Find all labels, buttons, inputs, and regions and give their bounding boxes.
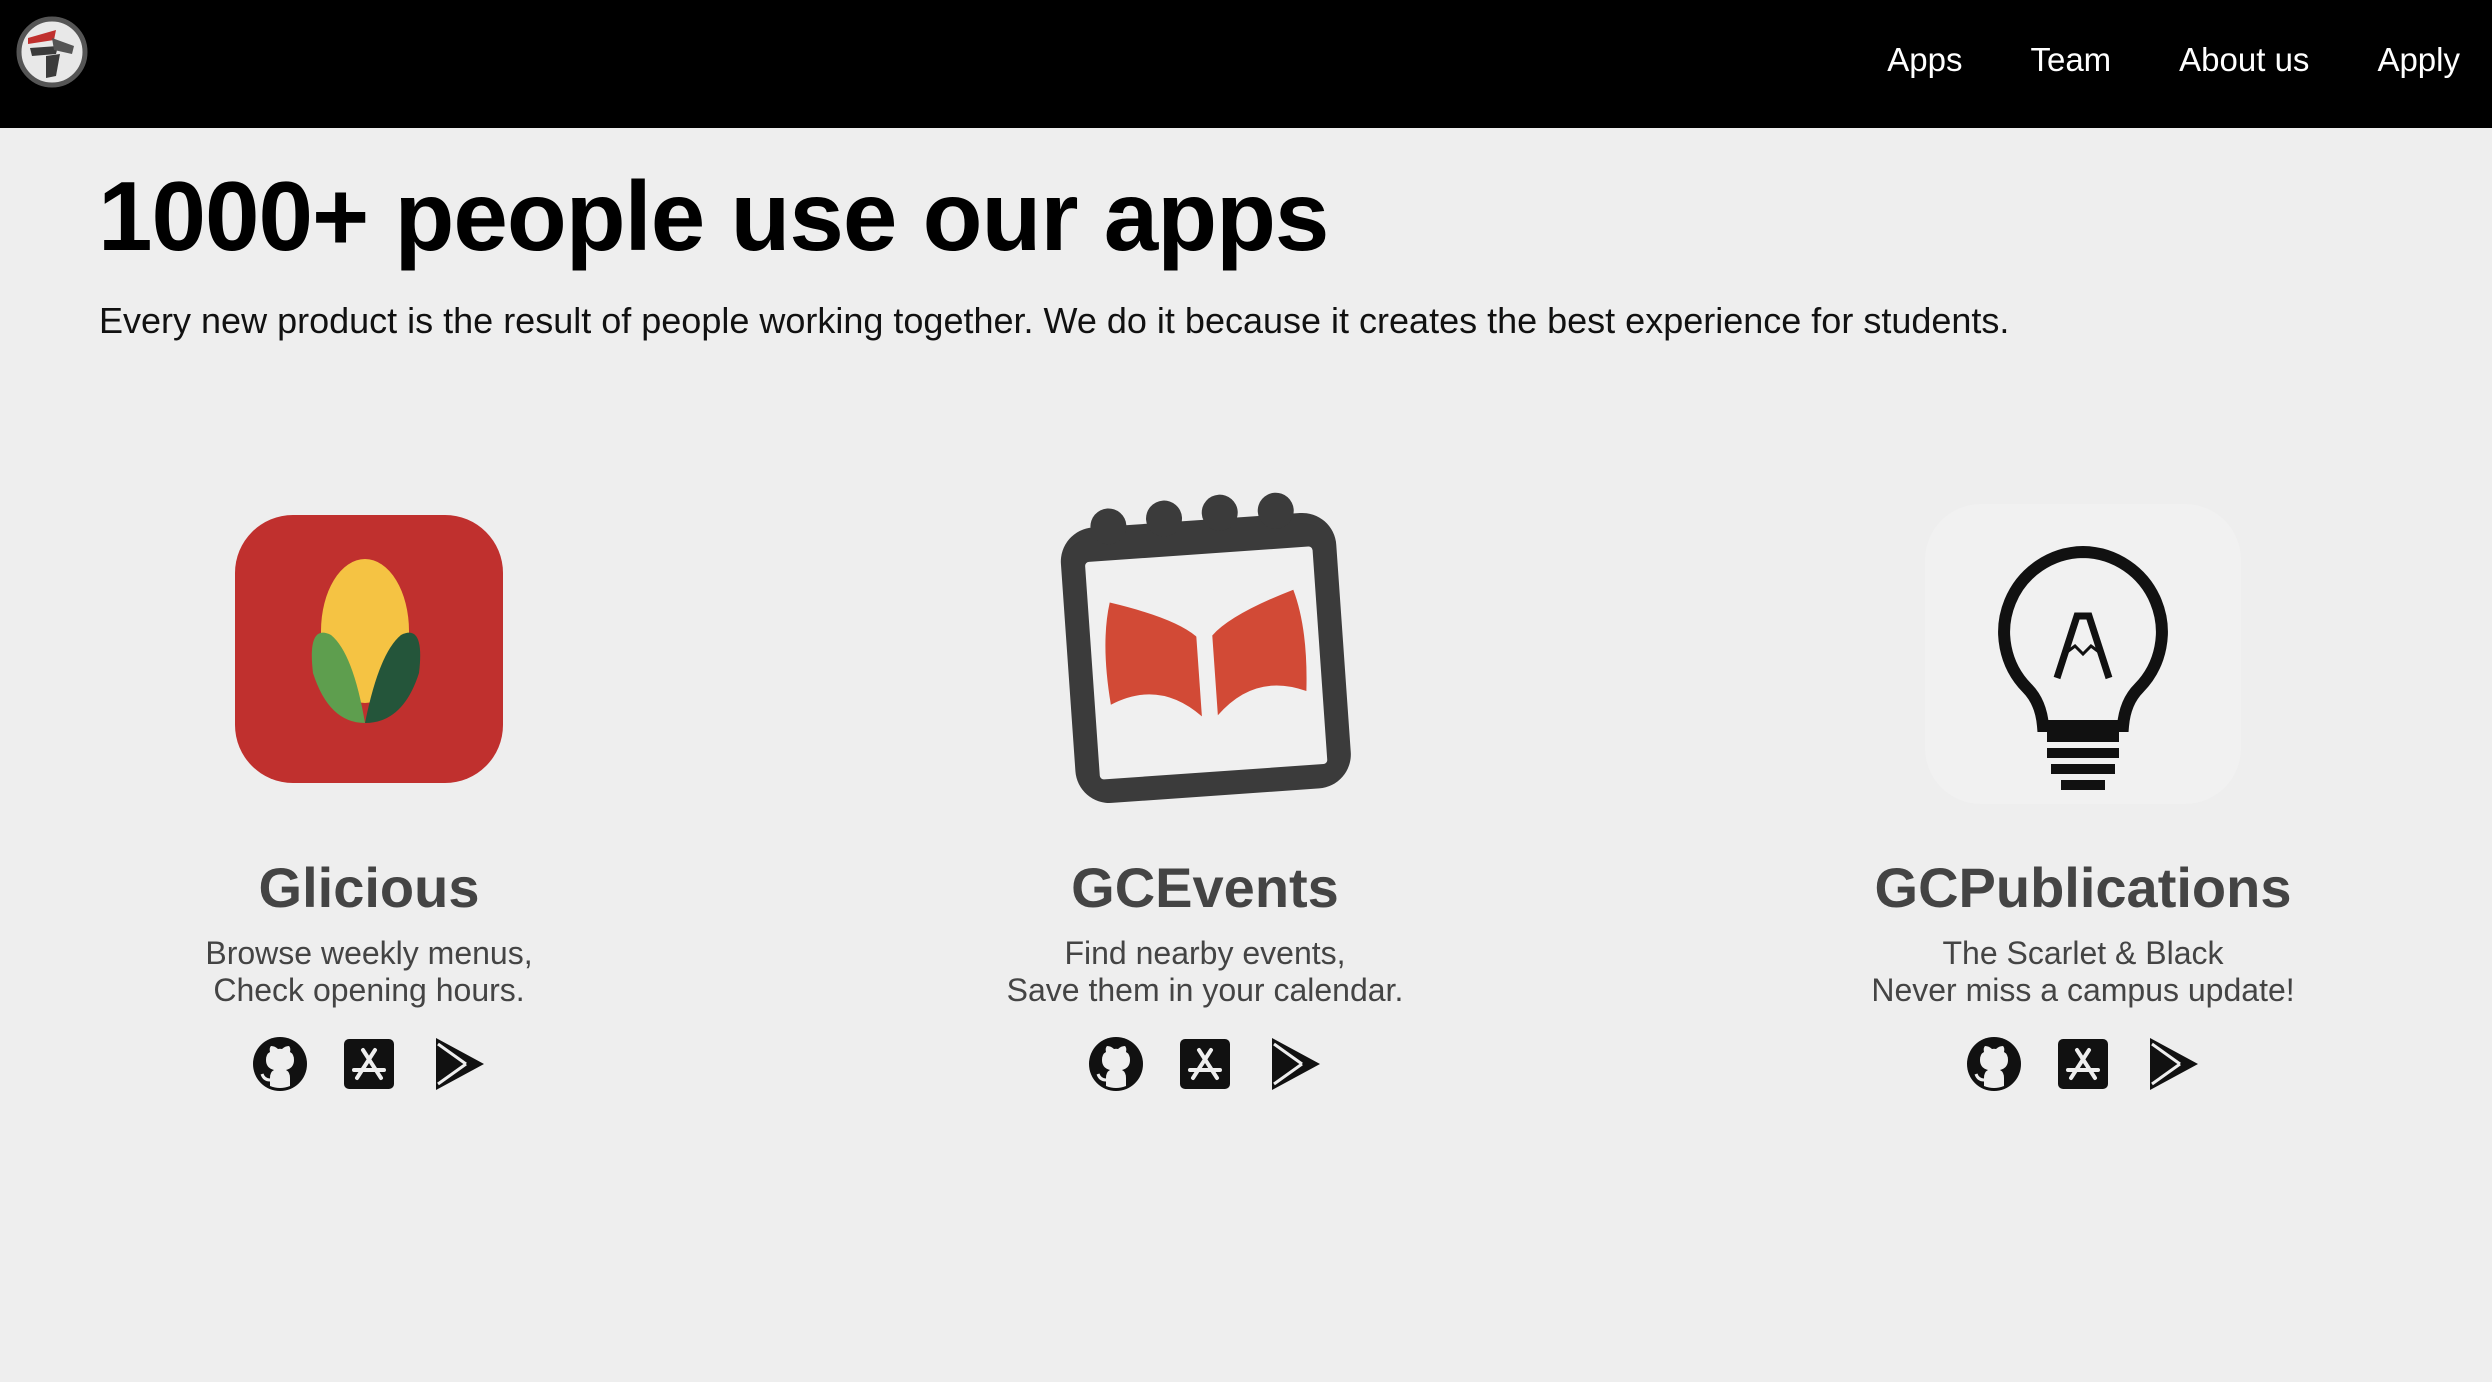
app-store-icon[interactable]	[341, 1036, 397, 1092]
google-play-icon[interactable]	[430, 1036, 486, 1092]
app-card-glicious: Glicious Browse weekly menus, Check open…	[19, 480, 719, 1091]
nav-apps-link[interactable]: Apps	[1887, 41, 1962, 79]
app-links	[855, 1036, 1555, 1092]
app-store-icon[interactable]	[2055, 1036, 2111, 1092]
google-play-icon[interactable]	[2144, 1036, 2200, 1092]
app-card-gcevents: GCEvents Find nearby events, Save them i…	[855, 480, 1555, 1091]
app-name: GCPublications	[1874, 856, 2292, 919]
github-icon[interactable]	[1966, 1036, 2022, 1092]
app-links	[19, 1036, 719, 1092]
app-description: The Scarlet & Black Never miss a campus …	[1871, 935, 2295, 1008]
nav-team-link[interactable]: Team	[2030, 41, 2111, 79]
app-links	[1733, 1036, 2433, 1092]
app-description: Find nearby events, Save them in your ca…	[1006, 935, 1404, 1008]
app-description: Browse weekly menus, Check opening hours…	[205, 935, 533, 1008]
corn-icon[interactable]	[233, 513, 505, 785]
app-name: Glicious	[258, 856, 480, 919]
page-title: 1000+ people use our apps	[98, 161, 1329, 271]
app-card-gcpublications: GCPublications The Scarlet & Black Never…	[1733, 480, 2433, 1091]
github-icon[interactable]	[252, 1036, 308, 1092]
top-navigation-bar: Apps Team About us Apply	[0, 0, 2492, 128]
nav-apply-link[interactable]: Apply	[2377, 41, 2460, 79]
google-play-icon[interactable]	[1266, 1036, 1322, 1092]
app-name: GCEvents	[1071, 856, 1339, 919]
nav-about-link[interactable]: About us	[2179, 41, 2309, 79]
app-store-icon[interactable]	[1177, 1036, 1233, 1092]
github-icon[interactable]	[1088, 1036, 1144, 1092]
calendar-leaf-icon[interactable]	[1047, 486, 1363, 806]
main-nav: Apps Team About us Apply	[1887, 0, 2492, 120]
lightbulb-icon[interactable]	[1923, 502, 2243, 806]
site-logo-icon[interactable]	[16, 16, 88, 88]
page-subtitle: Every new product is the result of peopl…	[99, 300, 2010, 341]
